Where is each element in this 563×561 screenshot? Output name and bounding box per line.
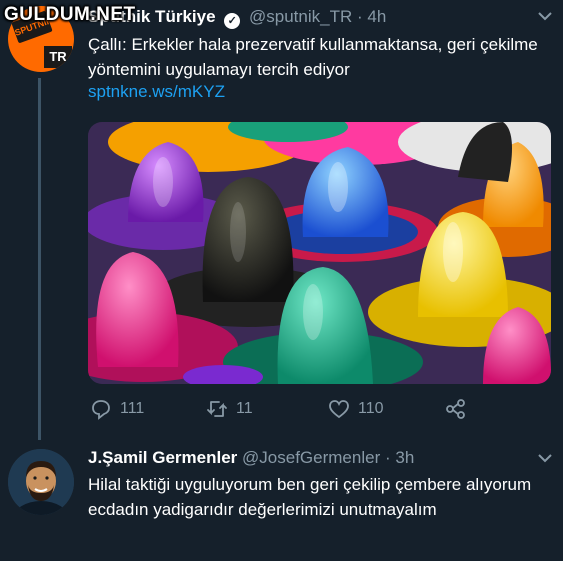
heart-icon: [328, 398, 350, 420]
avatar[interactable]: [8, 449, 74, 515]
condoms-photo: [88, 122, 551, 384]
chevron-down-icon[interactable]: [538, 8, 552, 24]
retweet-icon: [206, 398, 228, 420]
author-handle[interactable]: @sputnik_TR: [249, 7, 352, 26]
like-count: 110: [358, 400, 384, 417]
separator: ·: [384, 448, 391, 467]
verified-badge-icon: ✓: [224, 13, 241, 29]
retweet-button[interactable]: 11: [206, 398, 253, 420]
author-name[interactable]: J.Şamil Germenler: [88, 448, 237, 467]
reply-count: 111: [120, 400, 145, 417]
share-icon: [445, 398, 467, 420]
timestamp[interactable]: 4h: [367, 7, 386, 26]
avatar-photo: [8, 449, 74, 515]
thread-line: [38, 78, 41, 440]
reply-button[interactable]: 111: [90, 398, 144, 420]
retweet-count: 11: [236, 400, 253, 417]
author-handle[interactable]: @JosefGermenler: [242, 448, 380, 467]
like-button[interactable]: 110: [328, 398, 384, 420]
chevron-down-icon[interactable]: [538, 450, 552, 466]
tweet-text: Çallı: Erkekler hala prezervatif kullanm…: [88, 35, 538, 79]
tweet-image[interactable]: [88, 122, 551, 384]
reply-icon: [90, 398, 112, 420]
tweet-text: Hilal taktiği uyguluyorum ben geri çekil…: [88, 475, 532, 519]
tweet-header: J.Şamil Germenler @JosefGermenler · 3h: [88, 447, 414, 469]
timestamp[interactable]: 3h: [395, 448, 414, 467]
watermark: GULDUM.NET: [4, 4, 136, 25]
avatar-logo-bottom: TR: [44, 46, 72, 68]
share-button[interactable]: [445, 398, 467, 420]
tweet-link[interactable]: sptnkne.ws/mKYZ: [88, 82, 225, 102]
separator: ·: [356, 7, 363, 26]
